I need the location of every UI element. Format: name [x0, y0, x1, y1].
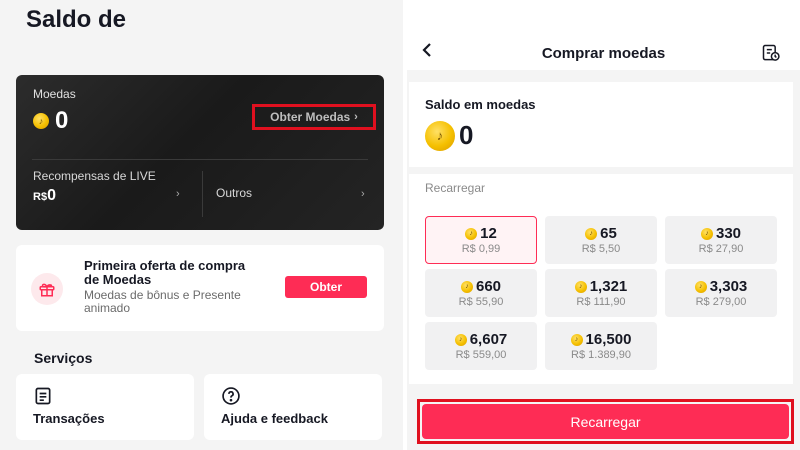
page-title: Comprar moedas: [541, 45, 666, 62]
coin-icon: ♪: [425, 120, 455, 151]
coin-package[interactable]: ♪ 65 R$ 5,50: [545, 216, 657, 264]
coin-package[interactable]: ♪ 6,607 R$ 559,00: [425, 322, 537, 370]
recharge-packages-card: Recarregar ♪ 12 R$ 0,99 ♪ 65 R$ 5,50 ♪ 330 …: [409, 174, 793, 384]
balance-label: Saldo em moedas: [425, 97, 536, 112]
package-coins: 12: [480, 225, 497, 242]
package-price: R$ 111,90: [576, 296, 626, 308]
chevron-right-icon: ›: [354, 111, 358, 123]
get-coins-button[interactable]: Obter Moedas ›: [252, 104, 376, 130]
package-coins: 6,607: [469, 331, 508, 348]
coin-icon: ♪: [700, 227, 713, 240]
coin-icon: ♪: [465, 227, 478, 240]
live-rewards-amount: R$0: [33, 187, 185, 204]
currency-symbol: R$: [33, 191, 48, 203]
live-rewards[interactable]: Recompensas de LIVE R$0: [33, 170, 185, 204]
service-label: Ajuda e feedback: [221, 411, 328, 426]
help-icon: [222, 387, 240, 405]
package-coins: 16,500: [585, 331, 632, 348]
package-coins: 1,321: [589, 278, 628, 295]
service-help-feedback[interactable]: Ajuda e feedback: [204, 374, 382, 440]
header: Comprar moedas: [407, 0, 800, 70]
recharge-button[interactable]: Recarregar: [422, 404, 789, 439]
package-coins: 65: [600, 225, 617, 242]
coins-value: 0: [55, 107, 69, 134]
coin-icon: ♪: [570, 333, 583, 346]
coin-package[interactable]: ♪ 3,303 R$ 279,00: [665, 269, 777, 317]
live-rewards-value: 0: [47, 187, 56, 204]
package-price: R$ 559,00: [455, 349, 507, 361]
balance-value: 0: [459, 120, 474, 150]
divider: [32, 159, 368, 160]
gift-icon: [31, 273, 63, 305]
coin-package[interactable]: ♪ 16,500 R$ 1.389,90: [545, 322, 657, 370]
receipt-icon: [35, 387, 51, 405]
coin-icon: ♪: [694, 280, 707, 293]
coin-icon: ♪: [574, 280, 587, 293]
live-rewards-label: Recompensas de LIVE: [33, 169, 156, 183]
package-price: R$ 1.389,90: [571, 349, 631, 361]
coins-label: Moedas: [33, 87, 76, 101]
service-label: Transações: [33, 411, 105, 426]
page-title: Saldo de: [26, 6, 127, 33]
package-price: R$ 27,90: [698, 243, 744, 255]
package-price: R$ 279,00: [695, 296, 747, 308]
divider: [202, 171, 203, 217]
wallet-card: Moedas ♪ 0 Recompensas de LIVE R$0 › Out…: [16, 75, 384, 230]
service-transactions[interactable]: Transações: [16, 374, 194, 440]
transaction-history-icon[interactable]: [761, 43, 781, 63]
offer-title: Primeira oferta de compra de Moedas: [84, 258, 246, 287]
package-coins: 3,303: [709, 278, 748, 295]
package-price: R$ 5,50: [581, 243, 621, 255]
package-price: R$ 0,99: [461, 243, 501, 255]
coin-package[interactable]: ♪ 12 R$ 0,99: [425, 216, 537, 264]
recharge-section-label: Recarregar: [425, 181, 486, 195]
coins-balance: ♪ 0: [33, 107, 68, 135]
get-coins-label: Obter Moedas: [270, 110, 351, 124]
package-coins: 330: [715, 225, 742, 242]
coin-package[interactable]: ♪ 330 R$ 27,90: [665, 216, 777, 264]
chevron-right-icon: ›: [176, 188, 180, 200]
others-link[interactable]: Outros: [216, 186, 252, 200]
chevron-right-icon: ›: [361, 188, 365, 200]
services-title: Serviços: [34, 350, 93, 366]
claim-offer-button[interactable]: Obter: [285, 276, 367, 298]
offer-subtitle: Moedas de bônus e Presente animado: [84, 288, 241, 315]
coin-package[interactable]: ♪ 1,321 R$ 111,90: [545, 269, 657, 317]
coin-balance-card: Saldo em moedas ♪ 0: [409, 82, 793, 167]
buy-coins-panel: Comprar moedas Saldo em moedas ♪ 0 Recar…: [407, 0, 800, 450]
coin-icon: ♪: [460, 280, 473, 293]
coin-icon: ♪: [454, 333, 467, 346]
balance-row: ♪ 0: [425, 120, 473, 151]
wallet-balance-panel: Saldo de Moedas ♪ 0 Recompensas de LIVE …: [0, 0, 403, 450]
package-price: R$ 55,90: [458, 296, 504, 308]
coin-icon: ♪: [585, 227, 598, 240]
package-coins: 660: [475, 278, 502, 295]
first-purchase-offer-card: Primeira oferta de compra de Moedas Moed…: [16, 245, 384, 331]
coin-package[interactable]: ♪ 660 R$ 55,90: [425, 269, 537, 317]
coin-icon: ♪: [33, 113, 49, 129]
